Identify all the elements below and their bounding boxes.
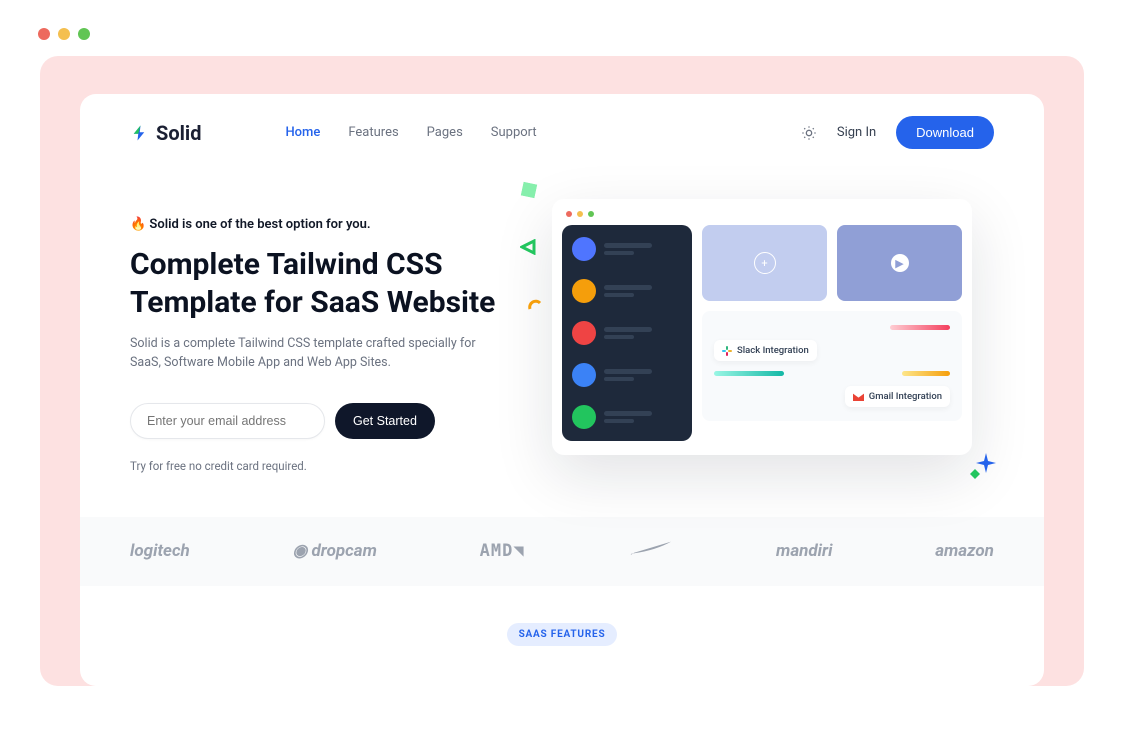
clients-row: logitech ◉ dropcam AMD◥ mandiri amazon (80, 517, 1044, 586)
client-amd: AMD◥ (480, 541, 525, 561)
square-shape-icon (521, 182, 538, 199)
client-logitech: logitech (130, 541, 190, 561)
navbar: Solid Home Features Pages Support Sign I… (80, 94, 1044, 159)
mock-body: + ▶ Slack Integration (562, 225, 962, 441)
download-button[interactable]: Download (896, 116, 994, 149)
features-tag: SAAS FEATURES (507, 623, 618, 646)
client-nike (627, 539, 673, 564)
nike-swoosh-icon (627, 539, 673, 559)
mock-user-4 (572, 363, 682, 387)
avatar-icon (572, 321, 596, 345)
mock-traffic-lights (562, 209, 962, 225)
maximize-dot (78, 28, 90, 40)
mock-sidebar (562, 225, 692, 441)
nav-links: Home Features Pages Support (285, 125, 536, 140)
brand[interactable]: Solid (130, 121, 201, 145)
arc-shape-icon (528, 297, 542, 311)
logo-icon (130, 124, 148, 142)
mock-user-5 (572, 405, 682, 429)
hero-description: Solid is a complete Tailwind CSS templat… (130, 335, 480, 373)
nav-features[interactable]: Features (348, 125, 398, 140)
brand-name: Solid (156, 121, 201, 145)
mock-user-2 (572, 279, 682, 303)
nav-support[interactable]: Support (491, 125, 537, 140)
avatar-icon (572, 363, 596, 387)
hero-heading-text: Complete Tailwind CSS Template for SaaS … (130, 247, 495, 320)
nav-pages[interactable]: Pages (427, 125, 463, 140)
avatar-icon (572, 237, 596, 261)
triangle-shape-icon (520, 239, 536, 255)
slack-chip: Slack Integration (714, 340, 817, 361)
get-started-button[interactable]: Get Started (335, 403, 435, 439)
plus-icon: + (754, 252, 776, 274)
close-dot (38, 28, 50, 40)
mock-content: + ▶ Slack Integration (702, 225, 962, 441)
signin-link[interactable]: Sign In (837, 125, 876, 140)
hero-eyebrow: 🔥 Solid is one of the best option for yo… (130, 217, 500, 232)
email-input[interactable] (130, 403, 325, 439)
hero-note: Try for free no credit card required. (130, 459, 500, 473)
email-form: Get Started (130, 403, 500, 439)
bar-red (890, 325, 950, 330)
bar-teal (714, 371, 784, 376)
mock-panel-add: + (702, 225, 827, 301)
bar-yellow (902, 371, 950, 376)
avatar-icon (572, 279, 596, 303)
gmail-chip: Gmail Integration (845, 386, 950, 407)
hero-left: 🔥 Solid is one of the best option for yo… (130, 193, 500, 473)
mock-user-1 (572, 237, 682, 261)
diamond-shape-icon (970, 469, 980, 479)
mock-user-3 (572, 321, 682, 345)
slack-label: Slack Integration (737, 345, 809, 356)
mock-panels: + ▶ (702, 225, 962, 301)
hero: 🔥 Solid is one of the best option for yo… (80, 159, 1044, 473)
features-section: SAAS FEATURES (80, 622, 1044, 641)
client-mandiri: mandiri (776, 541, 832, 561)
gmail-icon (853, 393, 864, 401)
hero-heading: Complete Tailwind CSS Template for SaaS … (130, 246, 500, 321)
sun-icon[interactable] (801, 125, 817, 141)
slack-icon (722, 346, 732, 356)
nav-right: Sign In Download (801, 116, 994, 149)
mockup: + ▶ Slack Integration (552, 199, 972, 455)
minimize-dot (58, 28, 70, 40)
avatar-icon (572, 405, 596, 429)
play-icon: ▶ (891, 254, 909, 272)
client-dropcam: ◉ dropcam (293, 541, 377, 561)
nav-home[interactable]: Home (285, 125, 320, 140)
client-amazon: amazon (935, 541, 994, 561)
gmail-label: Gmail Integration (869, 391, 942, 402)
mock-integrations: Slack Integration Gmail Integration (702, 311, 962, 421)
frame-outer: Solid Home Features Pages Support Sign I… (40, 56, 1084, 686)
browser-traffic-lights (0, 0, 1124, 56)
mock-panel-play: ▶ (837, 225, 962, 301)
page: Solid Home Features Pages Support Sign I… (80, 94, 1044, 686)
hero-right: + ▶ Slack Integration (530, 193, 994, 473)
